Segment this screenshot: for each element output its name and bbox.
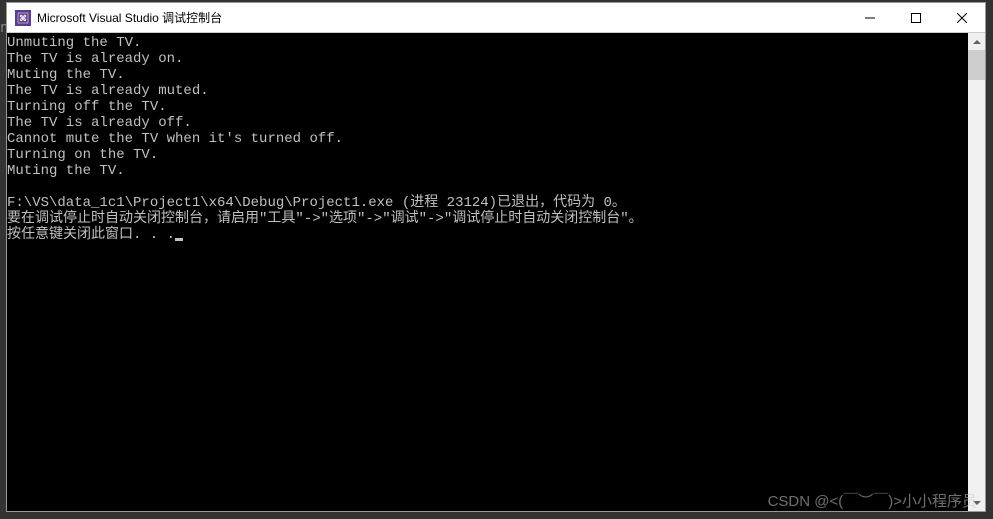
console-line: Muting the TV.	[7, 67, 968, 83]
console-line: 按任意键关闭此窗口. . .	[7, 227, 968, 243]
cursor	[175, 238, 183, 241]
console-line: Turning on the TV.	[7, 147, 968, 163]
console-line	[7, 179, 968, 195]
console-line: Cannot mute the TV when it's turned off.	[7, 131, 968, 147]
console-line: F:\VS\data_1c1\Project1\x64\Debug\Projec…	[7, 195, 968, 211]
console-line: The TV is already on.	[7, 51, 968, 67]
vertical-scrollbar[interactable]	[968, 33, 985, 511]
scroll-down-arrow[interactable]	[968, 494, 985, 511]
minimize-button[interactable]	[847, 3, 893, 32]
window-controls	[847, 3, 985, 32]
maximize-button[interactable]	[893, 3, 939, 32]
console-window: ⌘ Microsoft Visual Studio 调试控制台 Unmuting…	[6, 2, 986, 512]
svg-text:⌘: ⌘	[19, 14, 27, 23]
console-line: Turning off the TV.	[7, 99, 968, 115]
console-output[interactable]: Unmuting the TV.The TV is already on.Mut…	[7, 33, 968, 511]
console-line: 要在调试停止时自动关闭控制台，请启用"工具"->"选项"->"调试"->"调试停…	[7, 211, 968, 227]
console-line: The TV is already muted.	[7, 83, 968, 99]
content-area: Unmuting the TV.The TV is already on.Mut…	[7, 33, 985, 511]
scroll-up-arrow[interactable]	[968, 33, 985, 50]
console-line: The TV is already off.	[7, 115, 968, 131]
window-title: Microsoft Visual Studio 调试控制台	[37, 9, 847, 26]
titlebar[interactable]: ⌘ Microsoft Visual Studio 调试控制台	[7, 3, 985, 33]
close-button[interactable]	[939, 3, 985, 32]
console-line: Muting the TV.	[7, 163, 968, 179]
scroll-thumb[interactable]	[968, 50, 985, 80]
app-icon: ⌘	[15, 10, 31, 26]
console-line: Unmuting the TV.	[7, 35, 968, 51]
